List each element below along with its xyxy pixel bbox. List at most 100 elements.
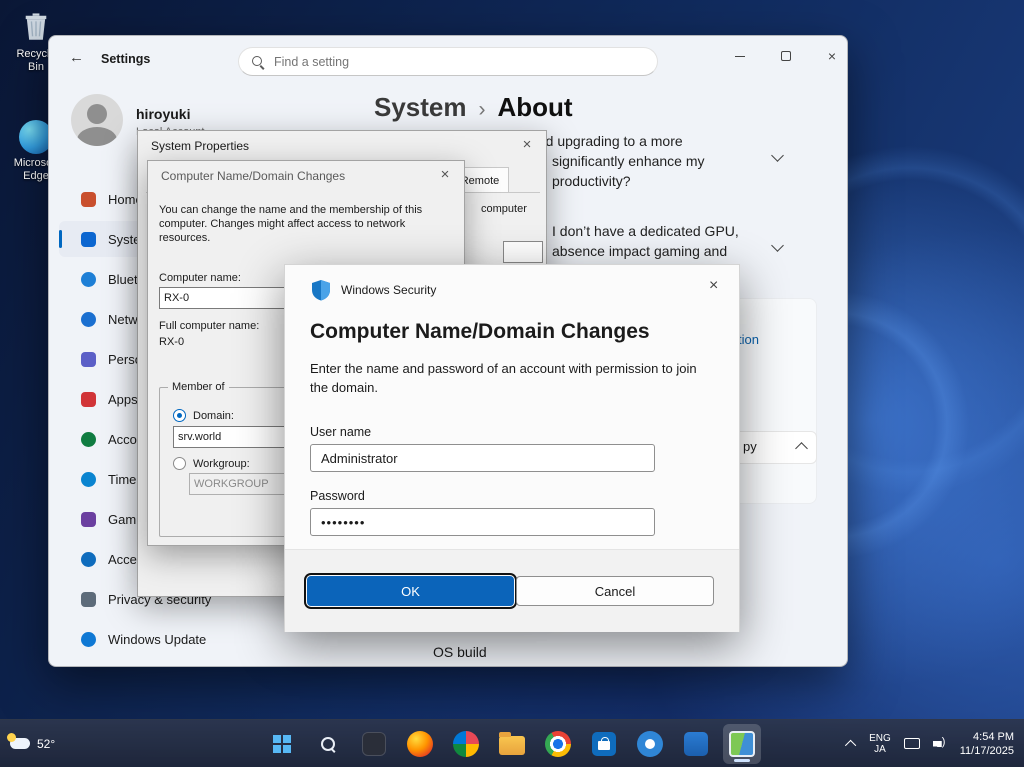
dialog-title: System Properties <box>151 139 249 153</box>
minimize-icon <box>735 56 745 57</box>
task-view-icon <box>362 732 386 756</box>
time-language-icon <box>81 472 96 487</box>
close-button[interactable]: × <box>817 44 847 68</box>
ok-button[interactable]: OK <box>307 576 514 606</box>
breadcrumb-page: About <box>498 92 573 123</box>
search-button[interactable] <box>309 724 347 764</box>
search-icon <box>320 736 336 752</box>
expand-chevron-down-icon[interactable] <box>771 239 784 252</box>
member-of-label: Member of <box>168 381 229 393</box>
system-icon <box>81 232 96 247</box>
breadcrumb: System › About <box>374 92 573 123</box>
settings-app-button[interactable] <box>631 724 669 764</box>
os-build-label: OS build <box>433 644 487 660</box>
file-explorer-icon <box>499 736 525 755</box>
language-indicator[interactable]: ENG JA <box>869 733 891 755</box>
search-input[interactable] <box>274 55 614 69</box>
store-button[interactable] <box>585 724 623 764</box>
minimize-button[interactable] <box>725 44 755 68</box>
accounts-icon <box>81 432 96 447</box>
panel-text-fragment: computer <box>481 203 527 215</box>
faq-text-fragment: significantly enhance my <box>552 153 705 169</box>
desktop: Recycle Bin Microsoft Edge ← Settings × … <box>0 0 1024 767</box>
expand-chevron-down-icon[interactable] <box>771 149 784 162</box>
dialog-description: Enter the name and password of an accoun… <box>310 359 716 397</box>
close-icon[interactable]: × <box>436 166 454 183</box>
date: 11/17/2025 <box>960 744 1014 758</box>
home-icon <box>81 192 96 207</box>
clock[interactable]: 4:54 PM 11/17/2025 <box>960 730 1014 758</box>
taskbar: 52° ENG JA 4:54 PM 11/17/2025 <box>0 719 1024 767</box>
cancel-button[interactable]: Cancel <box>516 576 714 606</box>
faq-text-fragment: absence impact gaming and <box>552 243 727 259</box>
search-box[interactable] <box>238 47 658 76</box>
weather-temp: 52° <box>37 737 55 751</box>
full-computer-name-value: RX-0 <box>159 336 184 348</box>
text-field-fragment[interactable] <box>503 241 543 263</box>
chrome-icon <box>545 731 571 757</box>
hidden-icons-chevron-icon[interactable] <box>845 739 856 750</box>
copy-button-label[interactable]: py <box>743 439 757 454</box>
apps-icon <box>81 392 96 407</box>
window-title: Settings <box>101 52 150 66</box>
breadcrumb-separator-icon: › <box>479 98 486 122</box>
file-explorer-button[interactable] <box>493 724 531 764</box>
system-tray: ENG JA 4:54 PM 11/17/2025 <box>848 720 1014 767</box>
close-icon: × <box>828 48 836 64</box>
task-view-button[interactable] <box>355 724 393 764</box>
faq-text-fragment: I don’t have a dedicated GPU, <box>552 223 739 239</box>
workgroup-radio-label[interactable]: Workgroup: <box>193 458 250 470</box>
firefox-icon <box>407 731 433 757</box>
language-primary: ENG <box>869 733 891 744</box>
selected-accent-bar <box>59 230 62 248</box>
faq-text-fragment: productivity? <box>552 173 631 189</box>
people-button[interactable] <box>447 724 485 764</box>
windows-security-dialog: Windows Security × Computer Name/Domain … <box>284 264 740 632</box>
start-button[interactable] <box>263 724 301 764</box>
volume-icon[interactable] <box>933 738 947 750</box>
maximize-icon <box>781 51 791 61</box>
chrome-button[interactable] <box>539 724 577 764</box>
personalization-icon <box>81 352 96 367</box>
sidebar-item-label: Apps <box>108 392 138 407</box>
dialog-heading: Computer Name/Domain Changes <box>310 320 650 344</box>
search-icon <box>251 55 265 69</box>
sidebar-item-windows-update[interactable]: Windows Update <box>59 621 275 657</box>
network-icon[interactable] <box>904 738 920 749</box>
link-fragment[interactable]: tion <box>738 332 759 347</box>
dialog-app-title: Windows Security <box>341 283 436 297</box>
settings-gear-icon <box>637 731 663 757</box>
back-icon[interactable]: ← <box>69 49 84 66</box>
breadcrumb-section[interactable]: System <box>374 92 467 123</box>
mail-button[interactable] <box>677 724 715 764</box>
user-avatar[interactable] <box>71 94 123 146</box>
close-icon[interactable]: × <box>709 277 718 295</box>
username-input[interactable] <box>310 444 655 472</box>
bluetooth-icon <box>81 272 96 287</box>
password-input[interactable] <box>310 508 655 536</box>
workgroup-radio[interactable] <box>173 457 186 470</box>
username-label: User name <box>310 425 371 439</box>
privacy-shield-icon <box>81 592 96 607</box>
domain-radio[interactable] <box>173 409 186 422</box>
language-secondary: JA <box>869 744 891 755</box>
windows-update-icon <box>81 632 96 647</box>
full-computer-name-label: Full computer name: <box>159 320 259 332</box>
active-app-icon <box>729 731 755 757</box>
domain-radio-label[interactable]: Domain: <box>193 410 234 422</box>
user-name: hiroyuki <box>136 106 190 122</box>
computer-name-label: Computer name: <box>159 272 241 284</box>
active-app-button[interactable] <box>723 724 761 764</box>
weather-widget[interactable]: 52° <box>10 720 55 767</box>
close-icon[interactable]: × <box>518 136 536 153</box>
taskbar-icons <box>263 720 761 767</box>
windows-security-shield-icon <box>311 279 331 301</box>
maximize-button[interactable] <box>771 44 801 68</box>
password-label: Password <box>310 489 365 503</box>
people-icon <box>453 731 479 757</box>
recycle-bin-icon <box>22 10 50 42</box>
time: 4:54 PM <box>960 730 1014 744</box>
dialog-title: Computer Name/Domain Changes <box>161 169 345 183</box>
weather-icon <box>10 738 30 749</box>
firefox-button[interactable] <box>401 724 439 764</box>
